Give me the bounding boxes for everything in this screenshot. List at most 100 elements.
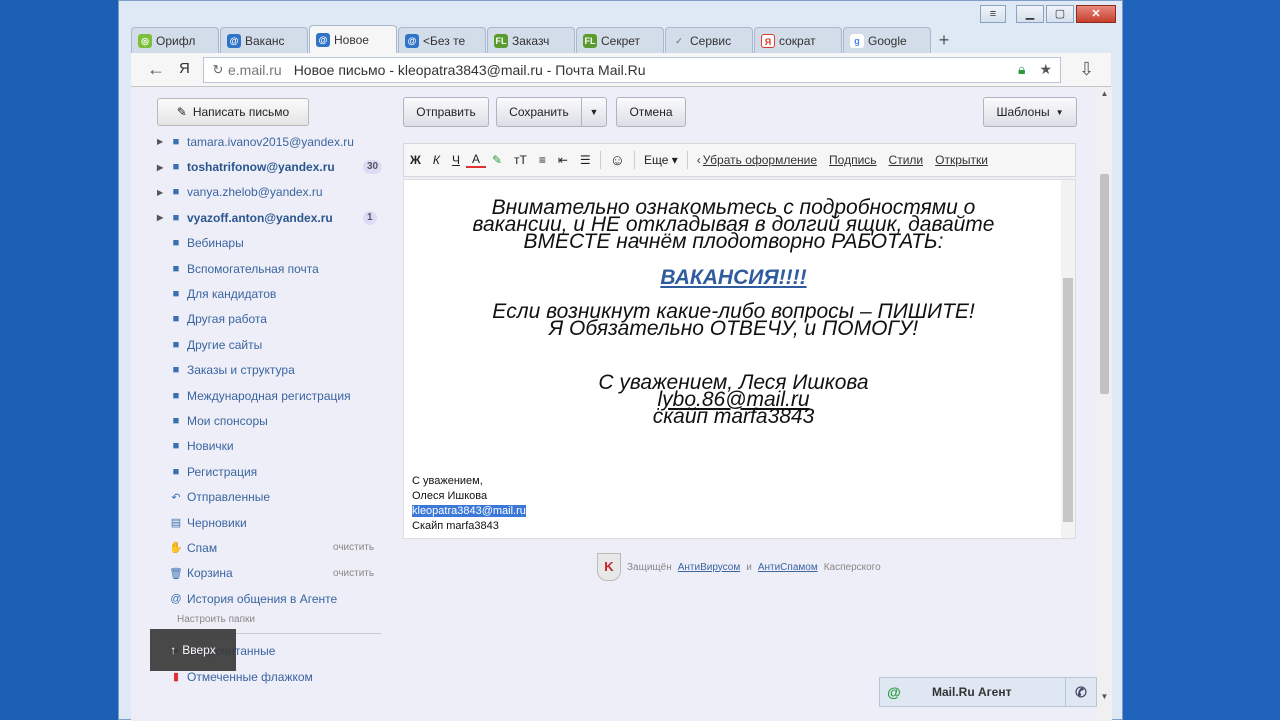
sidebar-folder[interactable]: ■ Другая работа	[157, 307, 387, 332]
vacancy-link[interactable]: ВАКАНСИЯ!!!!	[404, 266, 1063, 290]
sidebar-folder[interactable]: ■ Новички	[157, 434, 387, 459]
editor-scrollbar[interactable]	[1061, 180, 1075, 538]
editor-scroll-thumb[interactable]	[1063, 278, 1073, 522]
tab-4[interactable]: FL Заказч	[487, 27, 575, 53]
sidebar-folder[interactable]: ■ Международная регистрация	[157, 383, 387, 408]
sidebar-item-trash[interactable]: 🗑︎ Корзина очистить	[157, 561, 387, 586]
star-icon[interactable]: ★	[1039, 61, 1052, 78]
expand-icon[interactable]: ▶	[157, 188, 169, 197]
tab-0[interactable]: ◎ Орифл	[131, 27, 219, 53]
phone-icon[interactable]: ✆	[1065, 678, 1096, 706]
sidebar-folder[interactable]: ▶ ■ toshatrifonow@yandex.ru 30	[157, 154, 387, 179]
sidebar-item-drafts[interactable]: ▤ Черновики	[157, 510, 387, 535]
sidebar-folder[interactable]: ■ Заказы и структура	[157, 358, 387, 383]
tab-2[interactable]: @ Новое	[309, 25, 397, 53]
folder-icon: ■	[172, 135, 180, 148]
browser-toolbar: ← Я ↻ e.mail.ru Новое письмо - kleopatra…	[131, 53, 1111, 87]
sidebar-folder[interactable]: ▶ ■ tamara.ivanov2015@yandex.ru	[157, 129, 387, 154]
folder-icon: ■	[172, 414, 180, 427]
clean-spam-link[interactable]: очистить	[333, 542, 374, 553]
sidebar-item-sent[interactable]: ↶ Отправленные	[157, 484, 387, 509]
antispam-link[interactable]: АнтиСпамом	[758, 562, 818, 573]
antivirus-link[interactable]: АнтиВирусом	[678, 562, 741, 573]
tab-8[interactable]: g Google	[843, 27, 931, 53]
folder-list: ▶ ■ tamara.ivanov2015@yandex.ru ▶ ■ toshatri…	[157, 129, 387, 689]
sidebar-folder[interactable]: ■ Другие сайты	[157, 332, 387, 357]
folder-icon: ■	[172, 389, 180, 402]
clean-trash-link[interactable]: очистить	[333, 568, 374, 579]
text-color-button[interactable]: А	[465, 152, 486, 168]
scroll-up-icon[interactable]: ▲	[1097, 89, 1112, 98]
compose-button[interactable]: ✎ Написать письмо	[157, 98, 309, 126]
highlight-icon[interactable]: ✎	[486, 153, 508, 167]
remove-format-link[interactable]: Убрать оформление	[701, 153, 823, 167]
italic-button[interactable]: К	[427, 153, 446, 167]
folder-icon: ■	[172, 288, 180, 301]
font-size-button[interactable]: тТ	[508, 153, 533, 167]
align-icon[interactable]: ≡	[533, 153, 552, 167]
signature-link[interactable]: Подпись	[823, 153, 883, 167]
sidebar-item-agent-history[interactable]: @ История общения в Агенте	[157, 586, 387, 611]
new-tab-button[interactable]: +	[932, 27, 956, 53]
mailru-agent-bar[interactable]: @ Mail.Ru Агент ✆	[879, 677, 1097, 707]
tab-6[interactable]: ✓ Сервис	[665, 27, 753, 53]
scroll-down-icon[interactable]: ▼	[1097, 692, 1112, 701]
sidebar-folder[interactable]: ■ Вебинары	[157, 231, 387, 256]
sidebar-folder[interactable]: ■ Регистрация	[157, 459, 387, 484]
templates-button[interactable]: Шаблоны ▼	[983, 97, 1077, 127]
save-button[interactable]: Сохранить	[496, 97, 582, 127]
cards-link[interactable]: Открытки	[929, 153, 994, 167]
lock-icon: 🔒︎	[1017, 61, 1026, 77]
sidebar-folder[interactable]: ■ Вспомогательная почта	[157, 256, 387, 281]
chevron-down-icon: ▼	[1055, 107, 1064, 117]
check-icon: ✓	[675, 35, 683, 46]
minimize-icon[interactable]: ▁	[1016, 5, 1044, 23]
trash-icon: 🗑︎	[169, 567, 183, 580]
more-button[interactable]: Еще ▾	[638, 153, 684, 167]
tab-5[interactable]: FL Секрет	[576, 27, 664, 53]
unread-count: 30	[363, 160, 383, 175]
address-bar[interactable]: ↻ e.mail.ru Новое письмо - kleopatra3843…	[203, 57, 1061, 83]
close-icon[interactable]: ✕	[1076, 5, 1116, 23]
sidebar-folder[interactable]: ■ Мои спонсоры	[157, 408, 387, 433]
page-scrollbar[interactable]: ▲ ▼	[1097, 87, 1112, 721]
menu-icon[interactable]: ≡	[980, 5, 1006, 23]
sidebar-folder[interactable]: ■ Для кандидатов	[157, 281, 387, 306]
back-icon[interactable]: ←	[147, 59, 165, 79]
cancel-button[interactable]: Отмена	[616, 97, 686, 127]
tab-1[interactable]: @ Ваканс	[220, 27, 308, 53]
save-dropdown-icon[interactable]: ▼	[581, 97, 607, 127]
scroll-up-button[interactable]: ↑ Вверх	[150, 629, 236, 671]
yandex-logo[interactable]: Я	[179, 59, 190, 79]
page-scroll-thumb[interactable]	[1100, 174, 1109, 394]
tab-7[interactable]: Ясократ	[754, 27, 842, 53]
bold-button[interactable]: Ж	[404, 153, 427, 167]
message-editor[interactable]: Внимательно ознакомьтесь с подробностями…	[403, 179, 1076, 539]
expand-icon[interactable]: ▶	[157, 213, 169, 222]
expand-icon[interactable]: ▶	[157, 137, 169, 146]
expand-icon[interactable]: ▶	[157, 163, 169, 172]
list-icon[interactable]: ☰	[574, 153, 597, 167]
send-button[interactable]: Отправить	[403, 97, 489, 127]
text-line: скайп marfa3843	[652, 405, 815, 428]
kaspersky-logo-icon: K	[597, 553, 621, 581]
maximize-icon[interactable]: ▢	[1046, 5, 1074, 23]
reload-icon[interactable]: ↻	[208, 62, 228, 78]
desktop-left	[0, 0, 118, 720]
sidebar-folder[interactable]: ▶ ■ vyazoff.anton@yandex.ru 1	[157, 205, 387, 230]
arrow-up-icon: ↑	[170, 643, 177, 657]
indent-icon[interactable]: ⇤	[552, 153, 574, 167]
selected-email[interactable]: kleopatra3843@mail.ru	[412, 505, 526, 517]
sidebar-folder[interactable]: ▶ ■ vanya.zhelob@yandex.ru	[157, 180, 387, 205]
setup-folders-link[interactable]: Настроить папки	[157, 611, 387, 629]
pencil-icon: ✎	[176, 105, 187, 119]
google-icon: g	[850, 33, 864, 48]
emoji-icon[interactable]: ☺	[604, 152, 631, 169]
mailru-icon: @	[227, 33, 241, 48]
download-icon[interactable]: ⇩	[1079, 59, 1094, 79]
text-line: ВМЕСТЕ начнём плодотворно РАБОТАТЬ:	[523, 230, 944, 253]
styles-link[interactable]: Стили	[883, 153, 930, 167]
sidebar-item-spam[interactable]: ✋ Спам очистить	[157, 535, 387, 560]
tab-3[interactable]: @ <Без те	[398, 27, 486, 53]
underline-button[interactable]: Ч	[446, 153, 466, 167]
